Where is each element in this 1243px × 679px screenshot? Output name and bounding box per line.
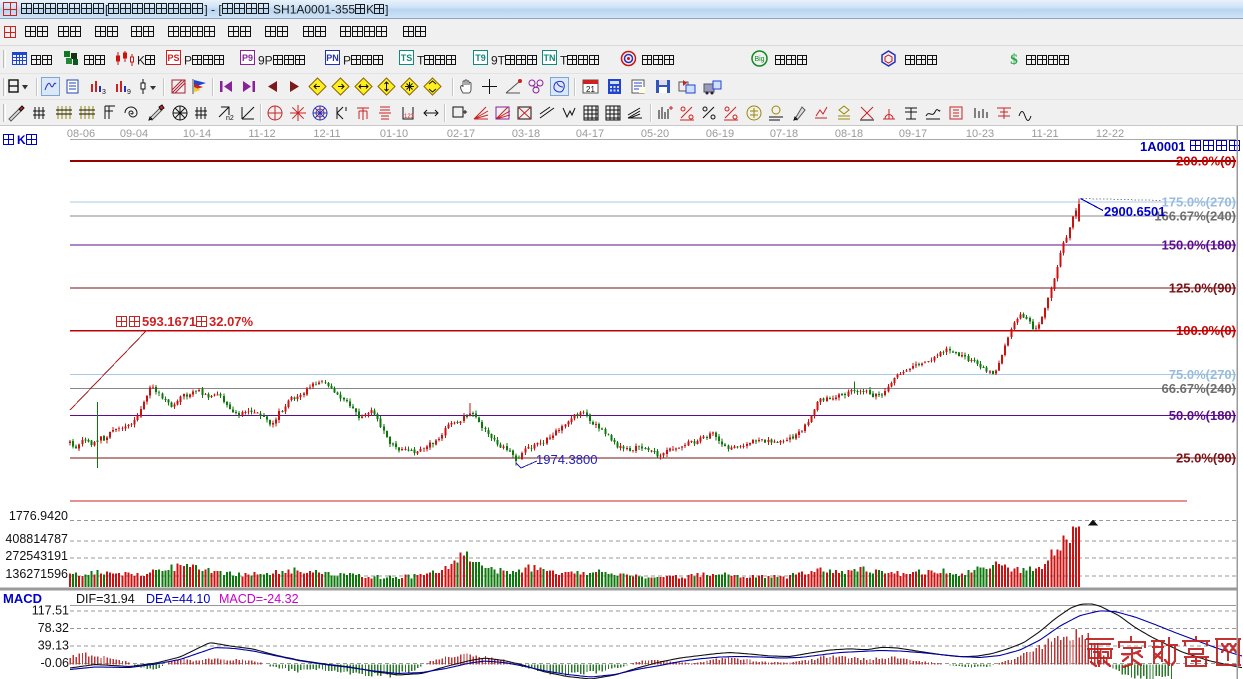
svg-text:21: 21 (586, 85, 595, 94)
svg-text:136271596: 136271596 (5, 567, 68, 581)
svg-text:01-10: 01-10 (380, 128, 408, 140)
svg-text:1776.9420: 1776.9420 (9, 509, 68, 523)
svg-text:166.67%(240): 166.67%(240) (1154, 209, 1236, 224)
svg-text:03-18: 03-18 (512, 128, 540, 140)
svg-text:Big: Big (754, 56, 764, 63)
svg-text:08-18: 08-18 (835, 128, 863, 140)
svg-text:T9: T9 (475, 53, 486, 63)
svg-text:100.0%(0): 100.0%(0) (1176, 323, 1236, 338)
svg-text:50.0%(180): 50.0%(180) (1169, 408, 1236, 423)
svg-text:117.51: 117.51 (32, 604, 69, 618)
svg-text:408814787: 408814787 (5, 532, 68, 546)
svg-text:$: $ (1010, 52, 1018, 67)
svg-text:593.1671: 593.1671 (142, 314, 196, 329)
svg-text:1A0001: 1A0001 (1140, 139, 1186, 154)
svg-text:32.07%: 32.07% (209, 314, 254, 329)
svg-text:08-06: 08-06 (67, 128, 95, 140)
svg-text:1974.3800: 1974.3800 (536, 452, 597, 467)
svg-text:66.67%(240): 66.67%(240) (1162, 381, 1236, 396)
svg-text:39.13: 39.13 (38, 639, 69, 653)
svg-text:TN: TN (544, 53, 556, 63)
svg-text:272543191: 272543191 (5, 549, 68, 563)
svg-text:150.0%(180): 150.0%(180) (1162, 238, 1236, 253)
svg-text:P9: P9 (242, 53, 253, 63)
svg-text:DIF=31.94: DIF=31.94 (76, 592, 135, 606)
svg-text:-0.06: -0.06 (41, 656, 70, 670)
svg-text:75.0%(270): 75.0%(270) (1169, 367, 1236, 382)
svg-text:K: K (17, 133, 26, 147)
svg-text:06-19: 06-19 (706, 128, 734, 140)
svg-text:9: 9 (127, 89, 131, 95)
svg-text:78.32: 78.32 (38, 621, 69, 635)
svg-text:05-20: 05-20 (641, 128, 669, 140)
svg-text:123: 123 (404, 114, 415, 120)
svg-text:02-17: 02-17 (447, 128, 475, 140)
svg-text:10-14: 10-14 (183, 128, 211, 140)
svg-text:12-22: 12-22 (1096, 128, 1124, 140)
svg-text:MACD=-24.32: MACD=-24.32 (219, 592, 299, 606)
svg-text:04-17: 04-17 (576, 128, 604, 140)
svg-text:DEA=44.10: DEA=44.10 (146, 592, 210, 606)
svg-text:25.0%(90): 25.0%(90) (1176, 451, 1236, 466)
svg-text:n2: n2 (226, 115, 234, 122)
svg-text:2900.6501: 2900.6501 (1104, 204, 1165, 219)
svg-text:09-04: 09-04 (120, 128, 148, 140)
svg-text:10-23: 10-23 (966, 128, 994, 140)
svg-text:PN: PN (326, 53, 339, 63)
svg-text:11-12: 11-12 (248, 128, 275, 140)
svg-text:11-21: 11-21 (1031, 128, 1058, 140)
svg-text:TS: TS (401, 53, 413, 63)
svg-text:07-18: 07-18 (770, 128, 798, 140)
svg-text:09-17: 09-17 (899, 128, 927, 140)
svg-text:175.0%(270): 175.0%(270) (1162, 195, 1236, 210)
svg-text:125.0%(90): 125.0%(90) (1169, 281, 1236, 296)
svg-text:12-11: 12-11 (313, 128, 340, 140)
svg-text:3: 3 (102, 89, 106, 95)
svg-text:PS: PS (167, 53, 179, 63)
svg-text:200.0%(0): 200.0%(0) (1176, 154, 1236, 169)
